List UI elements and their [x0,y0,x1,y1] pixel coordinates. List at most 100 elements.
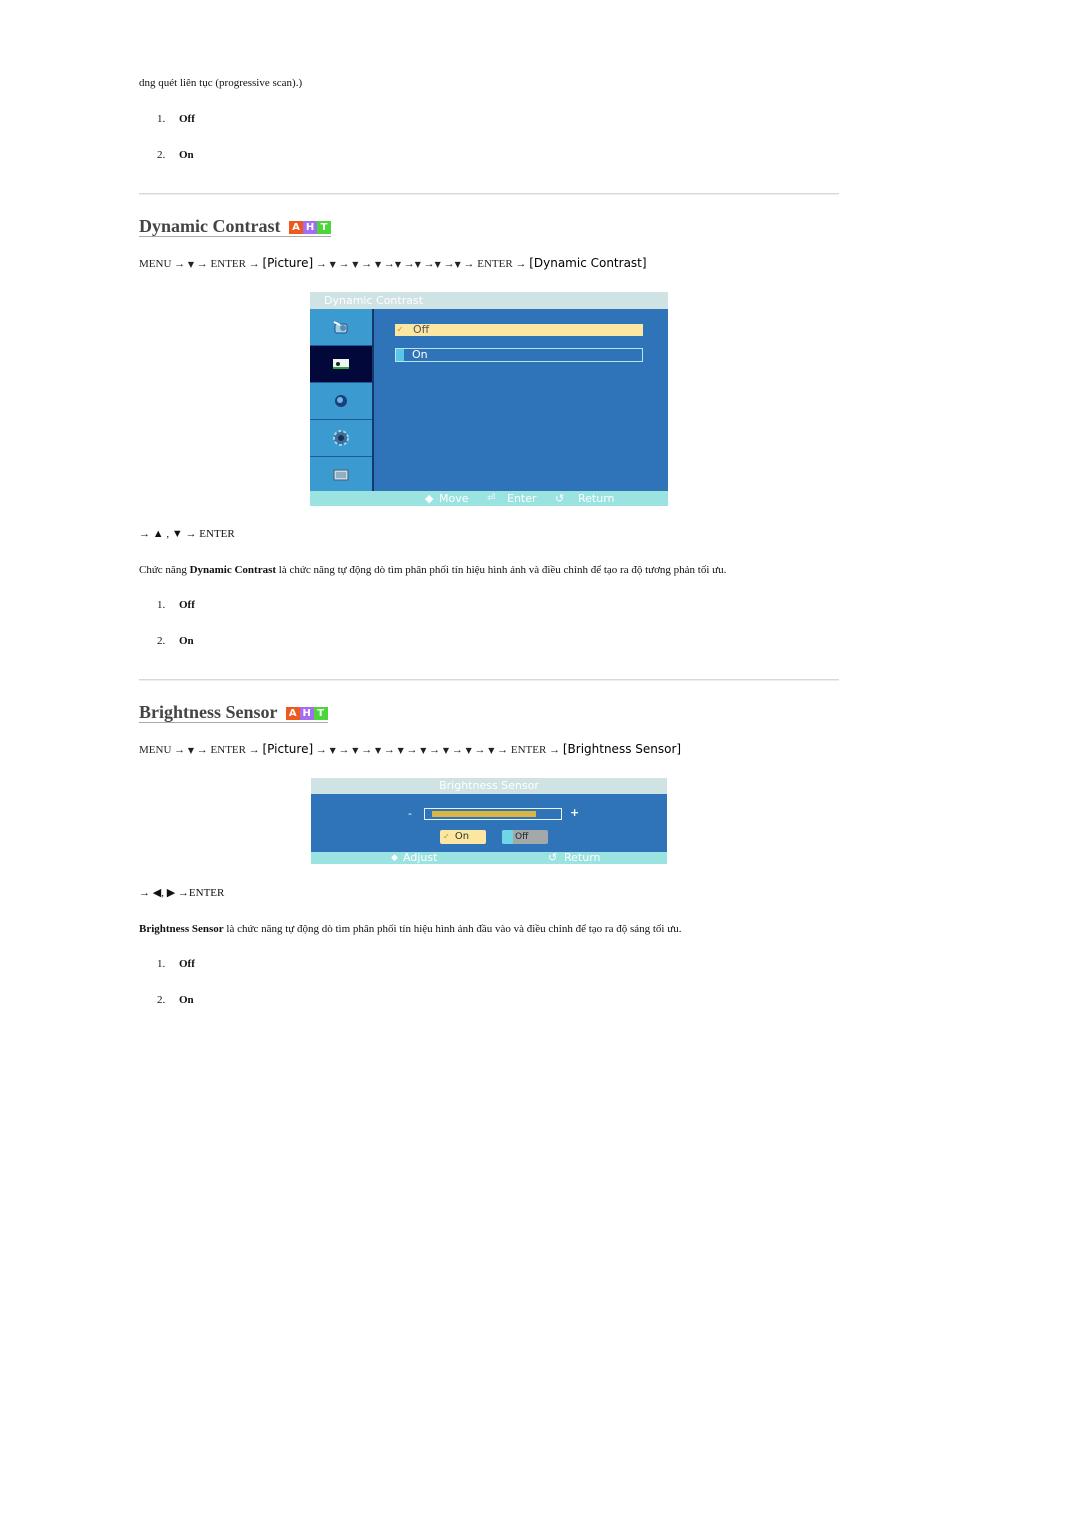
list-number: 2. [157,149,166,161]
osd-footer: ◆ Adjust ↺ Return [311,852,667,864]
osd-option-off[interactable]: ✓ Off [395,324,643,336]
down-arrow-icon: ▼ [397,746,404,755]
sidebar-item-picture[interactable] [310,346,372,383]
sidebar-item-input[interactable] [310,309,372,346]
badge-a: A [285,707,300,720]
path-picture: [Picture] [262,256,314,270]
description-bold: Brightness Sensor [139,923,224,935]
path-enter: ENTER [210,258,246,270]
footer-move: Move [439,492,469,505]
input-icon [333,321,348,334]
arrow: → [338,258,350,270]
arrow: → [474,744,486,756]
arrow: → [497,744,509,756]
down-arrow-icon: ▼ [465,746,472,755]
list-label: Off [179,958,195,970]
footer-return: Return [578,492,615,505]
arrow: → [315,744,327,756]
down-arrow-icon: ▼ [329,746,336,755]
down-arrow-icon: ▼ [374,260,382,269]
multi-control-icon [333,469,349,481]
arrow: → [196,258,208,270]
arrow: → [403,258,415,270]
check-icon: ✓ [443,832,450,841]
badge-t: T [313,707,328,720]
heading-text: Dynamic Contrast [139,216,281,236]
arrow: → [549,744,561,756]
arrow: → [174,258,186,270]
arrow: → [443,258,455,270]
path-target: [Brightness Sensor] [562,742,682,756]
sidebar-item-sound[interactable] [310,383,372,420]
return-icon: ↺ [555,492,565,505]
down-arrow-icon: ▼ [187,746,195,755]
list-label: On [179,149,194,161]
section-divider [139,679,839,681]
selection-marker-icon [396,349,404,361]
sidebar-item-setup[interactable] [310,420,372,457]
aht-badge-icon: AHT [289,221,331,234]
plus-icon[interactable]: + [570,806,579,819]
check-icon: ✓ [396,325,404,334]
down-arrow-icon: ▼ [414,260,421,269]
down-arrow-icon: ▼ [420,746,427,755]
arrow: → [451,744,463,756]
minus-icon[interactable]: - [408,807,412,820]
list-label: Off [179,599,195,611]
arrow: → [383,258,395,270]
arrow: → [383,744,395,756]
menu-path: MENU → ▼ → ENTER → [Picture] → ▼ → ▼ → ▼… [139,742,681,758]
enter-icon: ⏎ [487,493,496,504]
arrow: → [196,744,208,756]
sidebar-item-multi-control[interactable] [310,457,372,493]
sound-icon [335,395,347,407]
adjust-icon: ◆ [391,853,398,863]
down-arrow-icon: ▼ [329,260,336,269]
description-text: là chức năng tự động dò tìm phân phối tí… [223,923,682,935]
list-number: 2. [157,635,166,647]
path-enter: ENTER [510,744,547,756]
path-menu: MENU [139,258,172,270]
button-label: On [454,831,470,842]
arrow: → [361,258,373,270]
option-label: On [412,348,428,361]
description-bold: Dynamic Contrast [189,564,277,576]
nav-hint: → ▲ , ▼ → ENTER [139,528,235,540]
section-heading-brightness-sensor: Brightness Sensor AHT [139,702,328,723]
brightness-slider[interactable] [424,808,562,820]
arrow: → [338,744,350,756]
heading-text: Brightness Sensor [139,702,278,722]
intro-text: dng quét liên tục (progressive scan).) [139,77,303,89]
down-arrow-icon: ▼ [434,260,441,269]
description-text: Chức năng [139,564,190,576]
down-arrow-icon: ▼ [374,746,382,755]
osd-button-on[interactable]: ✓ On [440,830,486,844]
aht-badge-icon: AHT [285,707,328,720]
setup-icon [333,430,349,446]
osd-option-on[interactable]: On [395,348,643,362]
down-arrow-icon: ▼ [454,260,461,269]
list-number: 1. [157,958,166,970]
selection-marker-icon [502,830,513,844]
option-label: Off [413,323,430,336]
arrow: → [361,744,373,756]
section-divider [139,193,839,195]
arrow: → [248,258,260,270]
path-picture: [Picture] [262,742,314,756]
osd-footer: ◆ Move ⏎ Enter ↺ Return [310,491,668,506]
arrow: → [315,258,327,270]
down-arrow-icon: ▼ [352,260,359,269]
osd-dynamic-contrast: Dynamic Contrast ✓ Off On ◆ Move ⏎ Enter … [310,292,668,506]
path-enter: ENTER [210,744,246,756]
arrow: → [406,744,418,756]
description-text: là chức năng tự động dò tìm phân phối tí… [276,564,727,576]
footer-adjust: Adjust [403,851,438,864]
arrow: → [423,258,435,270]
footer-return: Return [564,851,601,864]
path-enter: ENTER [477,258,513,270]
down-arrow-icon: ▼ [394,260,402,269]
osd-button-off[interactable]: Off [502,830,548,844]
list-label: On [179,635,194,647]
list-label: On [179,994,194,1006]
osd-sidebar [310,309,374,491]
